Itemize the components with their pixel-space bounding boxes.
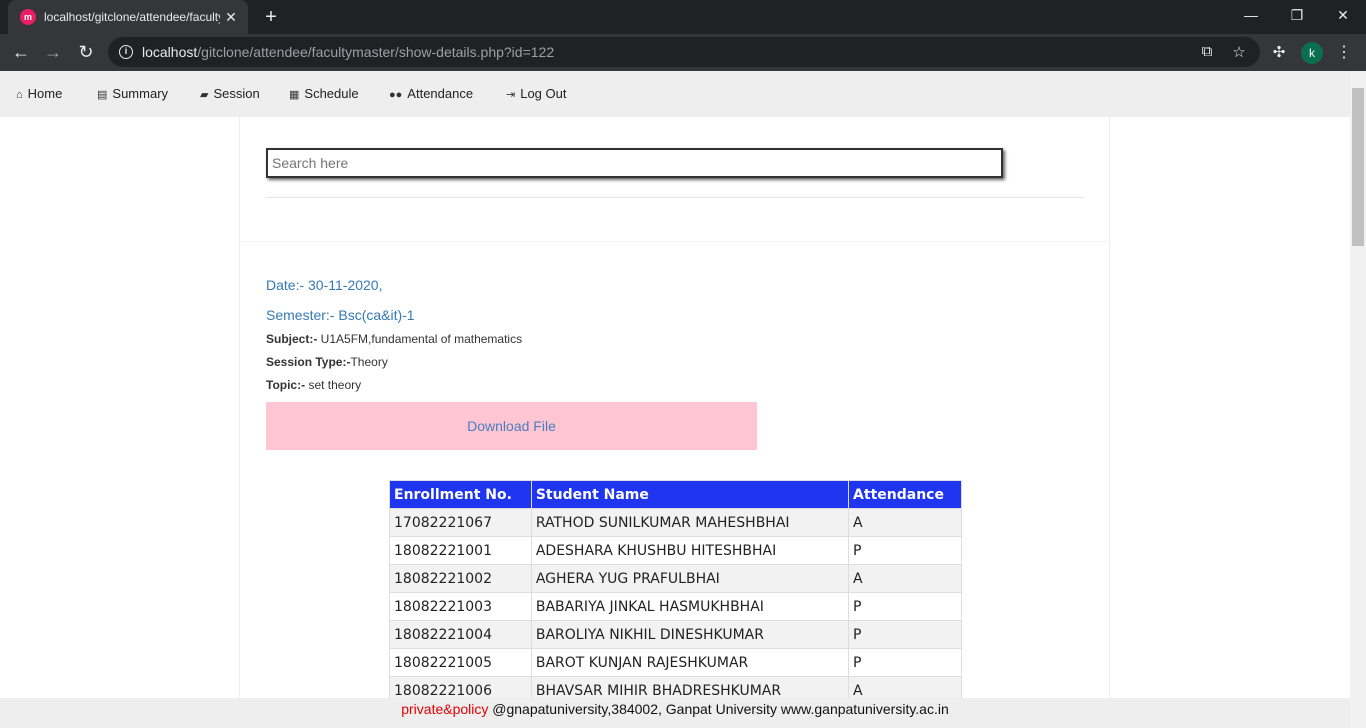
forward-icon[interactable]: → xyxy=(40,39,66,65)
student-name-cell: ADESHARA KHUSHBU HITESHBHAI xyxy=(530,536,850,565)
extensions-puzzle-icon[interactable]: ✣ xyxy=(1270,43,1288,61)
attendance-cell: A xyxy=(848,564,962,593)
column-header-enrollment: Enrollment No. xyxy=(389,480,532,509)
session-type-value: Theory xyxy=(350,355,388,369)
session-type-label: Session Type:- xyxy=(266,355,351,369)
scrollbar-thumb[interactable] xyxy=(1352,88,1364,246)
content-container: Date:- 30-11-2020, Semester:- Bsc(ca&it)… xyxy=(239,117,1110,728)
top-navbar: ⌂ Home ▤ Summary ▰ Session ▦ Schedule ●● Atte… xyxy=(0,71,1350,117)
divider xyxy=(266,197,1084,198)
browser-tab-strip: m localhost/gitclone/attendee/faculty ✕ … xyxy=(0,0,1366,34)
users-icon: ●● xyxy=(389,89,403,101)
nav-item-home[interactable]: ⌂ Home xyxy=(16,86,62,101)
column-header-student-name: Student Name xyxy=(530,480,850,509)
column-header-attendance: Attendance xyxy=(848,480,962,509)
browser-toolbar: ← → ↻ i localhost/gitclone/attendee/facu… xyxy=(0,34,1366,71)
enrollment-cell: 18082221002 xyxy=(389,564,532,593)
student-name-cell: AGHERA YUG PRAFULBHAI xyxy=(530,564,850,593)
subject-value: U1A5FM,fundamental of mathematics xyxy=(317,332,523,346)
url-text[interactable]: localhost/gitclone/attendee/facultymaste… xyxy=(142,44,554,60)
browser-menu-icon[interactable]: ⋮ xyxy=(1336,42,1352,62)
search-input[interactable] xyxy=(266,148,1003,178)
download-file-button[interactable]: Download File xyxy=(266,402,757,450)
table-header-row: Enrollment No. Student Name Attendance xyxy=(389,480,962,509)
attendance-table: Enrollment No. Student Name Attendance 1… xyxy=(389,480,962,705)
nav-item-label: Schedule xyxy=(304,86,359,101)
topic-value: set theory xyxy=(305,378,362,392)
session-type-line: Session Type:-Theory xyxy=(266,355,388,369)
attendance-cell: P xyxy=(848,620,962,649)
nav-item-label: Home xyxy=(27,86,63,101)
bookmark-star-icon[interactable]: ☆ xyxy=(1230,43,1248,61)
nav-item-label: Log Out xyxy=(520,86,567,101)
minimize-icon[interactable]: — xyxy=(1236,4,1266,26)
footer-text: @gnapatuniversity,384002, Ganpat Univers… xyxy=(488,701,949,717)
table-row: 17082221067 RATHOD SUNILKUMAR MAHESHBHAI… xyxy=(389,508,962,537)
list-icon: ▤ xyxy=(97,89,108,101)
enrollment-cell: 17082221067 xyxy=(389,508,532,537)
profile-avatar[interactable]: k xyxy=(1301,42,1323,64)
logout-icon: ⇥ xyxy=(506,89,516,101)
site-favicon-icon: m xyxy=(20,9,36,25)
subject-label: Subject:- xyxy=(266,332,318,346)
nav-item-label: Session xyxy=(213,86,260,101)
student-name-cell: BABARIYA JINKAL HASMUKHBHAI xyxy=(530,592,850,621)
attendance-cell: P xyxy=(848,536,962,565)
enrollment-cell: 18082221001 xyxy=(389,536,532,565)
site-info-icon[interactable]: i xyxy=(119,45,133,59)
session-date: Date:- 30-11-2020, xyxy=(266,277,383,293)
nav-item-session[interactable]: ▰ Session xyxy=(200,86,260,101)
attendance-cell: P xyxy=(848,648,962,677)
page-footer: private&policy @gnapatuniversity,384002,… xyxy=(0,698,1350,728)
calendar-icon: ▦ xyxy=(289,89,300,101)
table-row: 18082221001 ADESHARA KHUSHBU HITESHBHAI … xyxy=(389,536,962,565)
session-semester: Semester:- Bsc(ca&it)-1 xyxy=(266,307,415,323)
tab-close-icon[interactable]: ✕ xyxy=(222,8,240,26)
divider xyxy=(240,241,1109,242)
attendance-cell: A xyxy=(848,508,962,537)
topic-label: Topic:- xyxy=(266,378,306,392)
nav-item-logout[interactable]: ⇥ Log Out xyxy=(506,86,566,101)
table-row: 18082221002 AGHERA YUG PRAFULBHAI A xyxy=(389,564,962,593)
restore-icon[interactable]: ❐ xyxy=(1282,4,1312,26)
student-name-cell: RATHOD SUNILKUMAR MAHESHBHAI xyxy=(530,508,850,537)
table-row: 18082221004 BAROLIYA NIKHIL DINESHKUMAR … xyxy=(389,620,962,649)
nav-item-attendance[interactable]: ●● Attendance xyxy=(389,86,473,101)
window-close-icon[interactable]: ✕ xyxy=(1328,4,1358,26)
table-row: 18082221003 BABARIYA JINKAL HASMUKHBHAI … xyxy=(389,592,962,621)
book-icon: ▰ xyxy=(200,89,209,101)
address-bar[interactable]: i localhost/gitclone/attendee/facultymas… xyxy=(108,37,1260,67)
home-icon: ⌂ xyxy=(16,89,23,101)
topic-line: Topic:- set theory xyxy=(266,378,361,392)
translate-icon[interactable]: ⧉ xyxy=(1198,43,1216,60)
enrollment-cell: 18082221005 xyxy=(389,648,532,677)
nav-item-schedule[interactable]: ▦ Schedule xyxy=(289,86,359,101)
nav-item-label: Summary xyxy=(112,86,169,101)
page-viewport: ⌂ Home ▤ Summary ▰ Session ▦ Schedule ●● Atte… xyxy=(0,71,1350,728)
browser-tab[interactable]: m localhost/gitclone/attendee/faculty ✕ xyxy=(8,0,248,34)
nav-item-summary[interactable]: ▤ Summary xyxy=(97,86,168,101)
student-name-cell: BAROLIYA NIKHIL DINESHKUMAR xyxy=(530,620,850,649)
nav-item-label: Attendance xyxy=(407,86,474,101)
tab-title: localhost/gitclone/attendee/faculty xyxy=(44,10,220,24)
privacy-policy-link[interactable]: private&policy xyxy=(401,701,488,717)
student-name-cell: BAROT KUNJAN RAJESHKUMAR xyxy=(530,648,850,677)
page-scrollbar[interactable] xyxy=(1350,71,1366,728)
enrollment-cell: 18082221003 xyxy=(389,592,532,621)
subject-line: Subject:- U1A5FM,fundamental of mathemat… xyxy=(266,332,522,346)
enrollment-cell: 18082221004 xyxy=(389,620,532,649)
attendance-cell: P xyxy=(848,592,962,621)
table-row: 18082221005 BAROT KUNJAN RAJESHKUMAR P xyxy=(389,648,962,677)
new-tab-icon[interactable]: + xyxy=(260,6,282,28)
reload-icon[interactable]: ↻ xyxy=(73,39,99,65)
back-icon[interactable]: ← xyxy=(8,39,34,65)
